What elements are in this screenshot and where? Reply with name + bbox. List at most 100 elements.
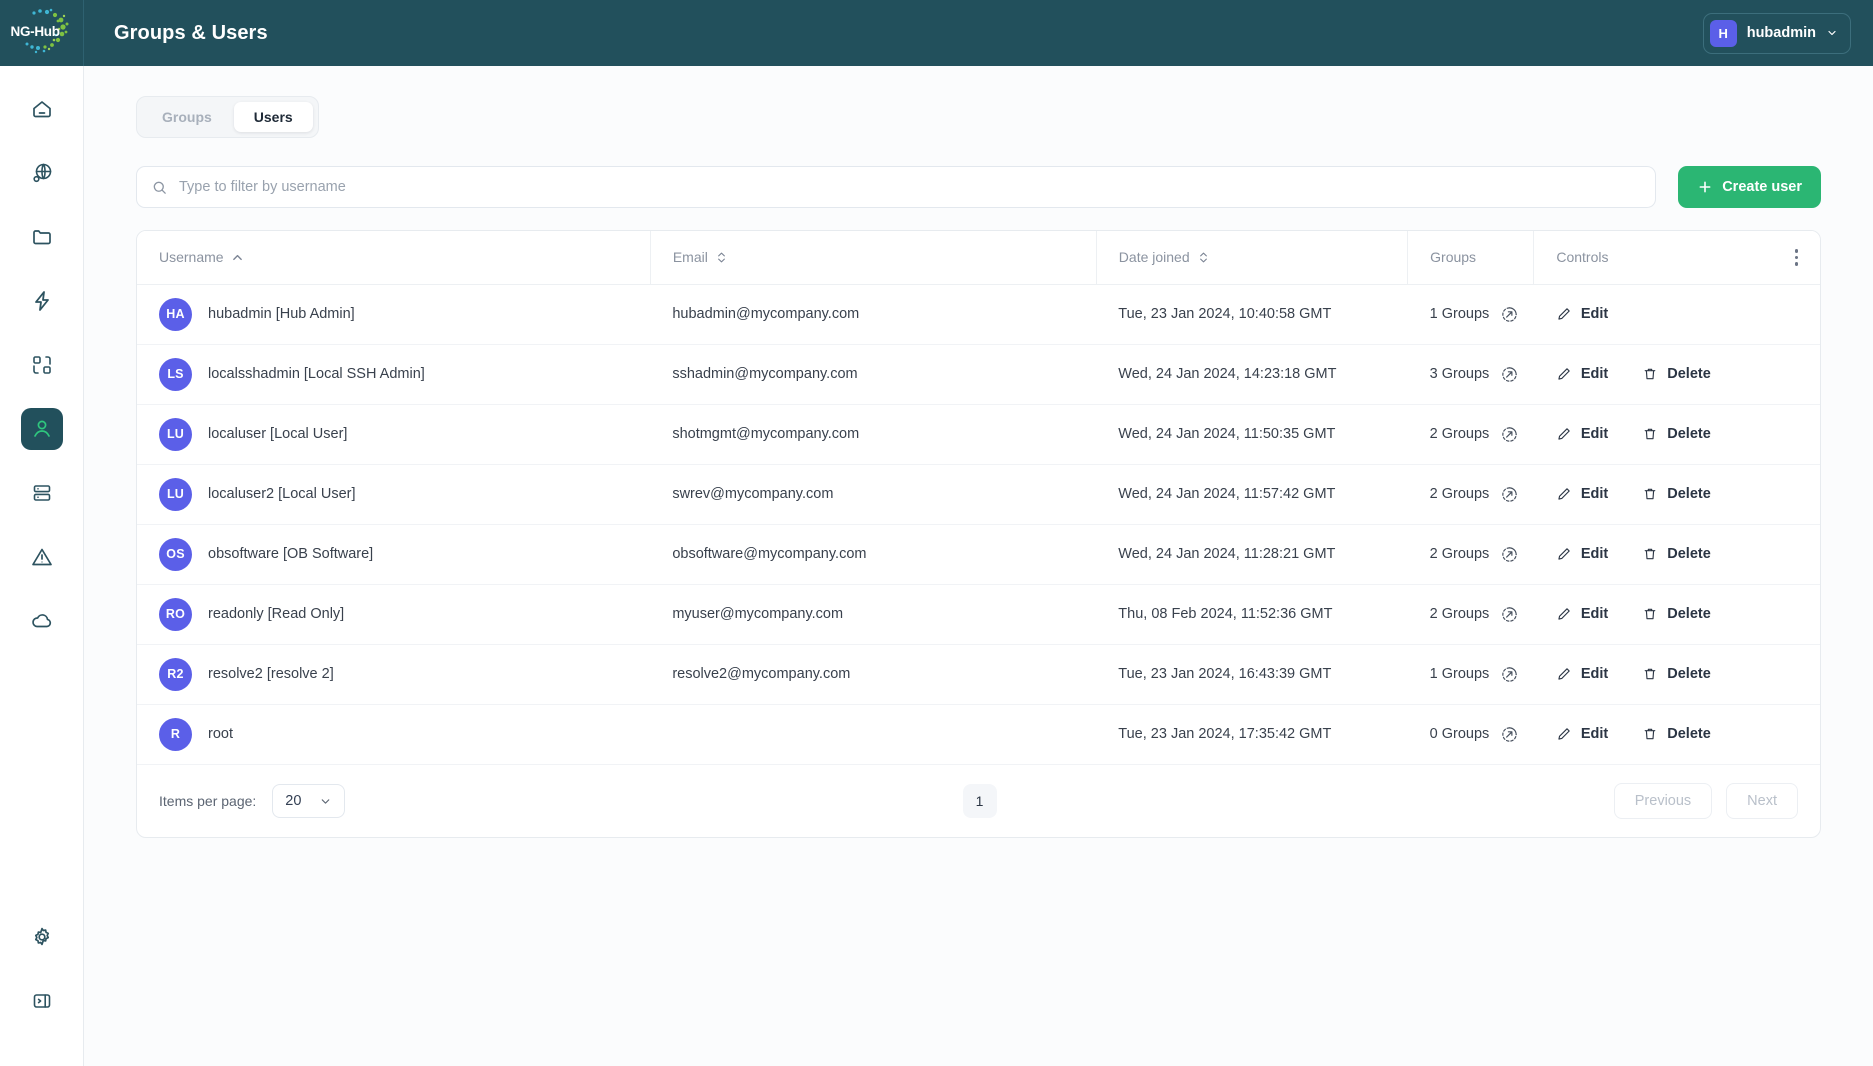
home-icon	[30, 97, 54, 121]
open-groups-button[interactable]	[1500, 665, 1519, 684]
edit-button[interactable]: Edit	[1556, 606, 1608, 622]
open-groups-button[interactable]	[1500, 725, 1519, 744]
page-button-1[interactable]: 1	[963, 784, 997, 818]
sidebar-item-automations[interactable]	[21, 280, 63, 322]
sidebar-item-collapse-panel[interactable]	[21, 980, 63, 1022]
table-row[interactable]: OSobsoftware [OB Software]obsoftware@myc…	[137, 524, 1820, 584]
edit-button[interactable]: Edit	[1556, 306, 1608, 322]
edit-button[interactable]: Edit	[1556, 726, 1608, 742]
trash-icon	[1642, 606, 1658, 622]
groups-count-text: 2 Groups	[1430, 486, 1490, 502]
cell-groups: 2 Groups	[1408, 404, 1534, 464]
server-icon	[30, 481, 54, 505]
sidebar-item-topology[interactable]	[21, 344, 63, 386]
edit-button[interactable]: Edit	[1556, 546, 1608, 562]
email-text: shotmgmt@mycompany.com	[672, 426, 859, 442]
open-groups-button[interactable]	[1500, 365, 1519, 384]
sidebar-item-servers[interactable]	[21, 472, 63, 514]
create-user-button[interactable]: Create user	[1678, 166, 1821, 208]
users-table-card: Username Email	[136, 230, 1821, 838]
delete-button[interactable]: Delete	[1642, 606, 1711, 622]
sidebar-item-files[interactable]	[21, 216, 63, 258]
cell-email: hubadmin@mycompany.com	[650, 284, 1096, 344]
column-header-date-joined[interactable]: Date joined	[1096, 231, 1407, 284]
delete-button[interactable]: Delete	[1642, 426, 1711, 442]
delete-button[interactable]: Delete	[1642, 486, 1711, 502]
edit-button[interactable]: Edit	[1556, 426, 1608, 442]
date-joined-text: Wed, 24 Jan 2024, 11:28:21 GMT	[1118, 546, 1335, 562]
items-per-page-label: Items per page:	[159, 793, 256, 809]
pencil-icon	[1556, 666, 1572, 682]
cell-username: ROreadonly [Read Only]	[137, 584, 650, 644]
table-row[interactable]: R2resolve2 [resolve 2]resolve2@mycompany…	[137, 644, 1820, 704]
sidebar-item-settings[interactable]	[21, 916, 63, 958]
email-text: obsoftware@mycompany.com	[672, 546, 866, 562]
column-header-controls: Controls	[1534, 231, 1820, 284]
open-groups-button[interactable]	[1500, 545, 1519, 564]
avatar: LU	[159, 418, 192, 451]
cell-controls: Edit Delete	[1534, 344, 1820, 404]
next-page-button[interactable]: Next	[1726, 783, 1798, 819]
column-header-username[interactable]: Username	[137, 231, 650, 284]
cell-controls: Edit Delete	[1534, 464, 1820, 524]
table-row[interactable]: LUlocaluser2 [Local User] swrev@mycompany…	[137, 464, 1820, 524]
tab-users[interactable]: Users	[234, 102, 313, 132]
items-per-page-value: 20	[285, 793, 301, 809]
kebab-menu-icon[interactable]	[1795, 249, 1799, 266]
edit-button[interactable]: Edit	[1556, 366, 1608, 382]
open-groups-button[interactable]	[1500, 305, 1519, 324]
delete-button[interactable]: Delete	[1642, 546, 1711, 562]
cell-email: sshadmin@mycompany.com	[650, 344, 1096, 404]
user-menu[interactable]: H hubadmin	[1703, 13, 1851, 54]
sidebar-item-alerts[interactable]	[21, 536, 63, 578]
date-joined-text: Wed, 24 Jan 2024, 14:23:18 GMT	[1118, 366, 1336, 382]
cell-username: LUlocaluser2 [Local User]	[137, 464, 650, 524]
email-text: swrev@mycompany.com	[672, 486, 833, 502]
logo-graphic: NG-Hub	[11, 7, 73, 59]
create-user-label: Create user	[1722, 179, 1802, 195]
search-box[interactable]	[136, 166, 1656, 208]
pencil-icon	[1556, 486, 1572, 502]
sidebar-item-network[interactable]	[21, 152, 63, 194]
delete-button[interactable]: Delete	[1642, 366, 1711, 382]
cell-username: HAhubadmin [Hub Admin]	[137, 284, 650, 344]
date-joined-text: Wed, 24 Jan 2024, 11:50:35 GMT	[1118, 426, 1335, 442]
sort-both-icon	[1198, 251, 1209, 264]
edit-button[interactable]: Edit	[1556, 486, 1608, 502]
edit-label: Edit	[1581, 546, 1608, 562]
table-row[interactable]: ROreadonly [Read Only]myuser@mycompany.c…	[137, 584, 1820, 644]
delete-button[interactable]: Delete	[1642, 726, 1711, 742]
table-header-row: Username Email	[137, 231, 1820, 284]
avatar: R2	[159, 658, 192, 691]
delete-label: Delete	[1667, 426, 1711, 442]
table-row[interactable]: LUlocaluser [Local User]shotmgmt@mycompa…	[137, 404, 1820, 464]
cell-date-joined: Wed, 24 Jan 2024, 11:50:35 GMT	[1096, 404, 1407, 464]
column-header-groups: Groups	[1408, 231, 1534, 284]
open-groups-button[interactable]	[1500, 605, 1519, 624]
avatar: LU	[159, 478, 192, 511]
items-per-page-select[interactable]: 20	[272, 784, 345, 818]
previous-page-button[interactable]: Previous	[1614, 783, 1712, 819]
table-row[interactable]: LSlocalsshadmin [Local SSH Admin]sshadmi…	[137, 344, 1820, 404]
cloud-icon	[30, 609, 54, 633]
edit-label: Edit	[1581, 366, 1608, 382]
groups-count-text: 2 Groups	[1430, 606, 1490, 622]
column-header-email[interactable]: Email	[650, 231, 1096, 284]
open-groups-button[interactable]	[1500, 425, 1519, 444]
search-input[interactable]	[179, 179, 1641, 195]
open-groups-button[interactable]	[1500, 485, 1519, 504]
cell-date-joined: Thu, 08 Feb 2024, 11:52:36 GMT	[1096, 584, 1407, 644]
cell-username: R2resolve2 [resolve 2]	[137, 644, 650, 704]
open-groups-icon	[1500, 305, 1519, 324]
delete-button[interactable]: Delete	[1642, 666, 1711, 682]
table-row[interactable]: RrootTue, 23 Jan 2024, 17:35:42 GMT0 Gro…	[137, 704, 1820, 764]
table-row[interactable]: HAhubadmin [Hub Admin]hubadmin@mycompany…	[137, 284, 1820, 344]
sidebar-item-users[interactable]	[21, 408, 63, 450]
sidebar-item-home[interactable]	[21, 88, 63, 130]
user-menu-label: hubadmin	[1747, 25, 1816, 41]
tab-groups[interactable]: Groups	[142, 102, 232, 132]
open-groups-icon	[1500, 665, 1519, 684]
edit-button[interactable]: Edit	[1556, 666, 1608, 682]
sidebar-item-cloud[interactable]	[21, 600, 63, 642]
app-logo[interactable]: NG-Hub	[0, 0, 84, 66]
